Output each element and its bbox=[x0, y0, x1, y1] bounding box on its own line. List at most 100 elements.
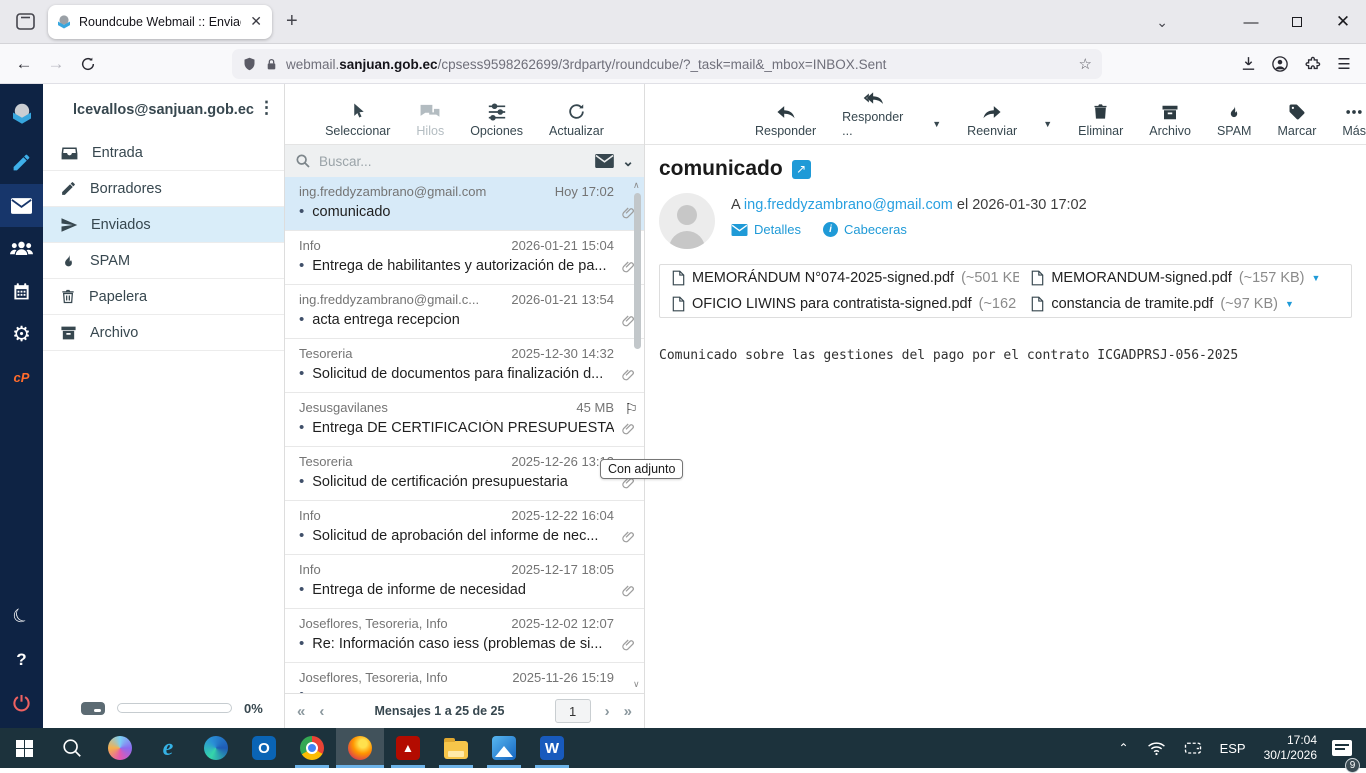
reply-all-caret-icon[interactable]: ▼ bbox=[932, 119, 941, 138]
attachment-item[interactable]: OFICIO LIWINS para contratista-signed.pd… bbox=[660, 291, 1019, 317]
message-row[interactable]: Jesusgavilanes45 MB •Entrega DE CERTIFIC… bbox=[285, 393, 644, 447]
taskbar-app-chrome[interactable] bbox=[288, 728, 336, 768]
message-row[interactable]: Info2025-12-22 16:04 •Solicitud de aprob… bbox=[285, 501, 644, 555]
taskbar-app-firefox[interactable] bbox=[336, 728, 384, 768]
account-icon[interactable] bbox=[1264, 49, 1296, 79]
cpanel-icon[interactable]: cP bbox=[0, 356, 43, 399]
roundcube-app: ⚙ cP ☾ ? lcevallos@sanjuan.gob.ec ⋮ Entr… bbox=[0, 84, 1366, 728]
firefox-view-icon[interactable] bbox=[12, 9, 38, 35]
last-page-button[interactable]: » bbox=[624, 703, 632, 720]
reply-button[interactable]: Responder bbox=[755, 103, 816, 138]
taskbar-app-outlook[interactable]: O bbox=[240, 728, 288, 768]
taskbar-app-internet-explorer[interactable]: e bbox=[144, 728, 192, 768]
shield-icon[interactable] bbox=[242, 56, 257, 72]
attachment-item[interactable]: constancia de tramite.pdf (~97 KB) ▼ bbox=[1019, 291, 1351, 317]
options-button[interactable]: Opciones bbox=[470, 103, 523, 138]
taskbar-search-button[interactable] bbox=[48, 728, 96, 768]
scrollbar-thumb[interactable] bbox=[634, 193, 641, 349]
message-row[interactable]: Tesoreria2025-12-26 13:13 •Solicitud de … bbox=[285, 447, 644, 501]
headers-link[interactable]: i Cabeceras bbox=[823, 222, 907, 237]
help-icon[interactable]: ? bbox=[0, 638, 43, 681]
search-input[interactable] bbox=[319, 154, 587, 169]
mark-button[interactable]: Marcar bbox=[1277, 103, 1316, 138]
message-row[interactable]: Joseflores, Tesoreria, Info2025-11-26 15… bbox=[285, 663, 644, 693]
compose-icon[interactable] bbox=[0, 141, 43, 184]
tab-close-icon[interactable]: ✕ bbox=[248, 13, 264, 30]
folder-options-kebab-icon[interactable]: ⋮ bbox=[258, 98, 276, 118]
taskbar-clock[interactable]: 17:0430/1/2026 bbox=[1255, 733, 1326, 763]
browser-tab[interactable]: Roundcube Webmail :: Enviados ✕ bbox=[48, 5, 272, 39]
taskbar-app-photos[interactable] bbox=[480, 728, 528, 768]
attachment-menu-caret-icon[interactable]: ▼ bbox=[1312, 273, 1321, 283]
taskbar-app-edge[interactable] bbox=[192, 728, 240, 768]
sidebar-item-archivo[interactable]: Archivo bbox=[43, 315, 284, 351]
menu-hamburger-icon[interactable]: ☰ bbox=[1328, 49, 1360, 79]
sidebar-item-borradores[interactable]: Borradores bbox=[43, 171, 284, 207]
more-button[interactable]: Más bbox=[1342, 103, 1366, 138]
new-tab-button[interactable]: + bbox=[286, 10, 298, 33]
forward-caret-icon[interactable]: ▼ bbox=[1043, 119, 1052, 138]
lock-icon[interactable] bbox=[265, 57, 278, 72]
logout-power-icon[interactable] bbox=[0, 681, 43, 724]
taskbar-app-acrobat[interactable]: ▲ bbox=[384, 728, 432, 768]
first-page-button[interactable]: « bbox=[297, 703, 305, 720]
prev-page-button[interactable]: ‹ bbox=[319, 703, 324, 720]
message-row[interactable]: ing.freddyzambrano@gmail.c...2026-01-21 … bbox=[285, 285, 644, 339]
search-options-chevron-icon[interactable]: ⌄ bbox=[622, 153, 634, 170]
back-button[interactable]: ← bbox=[8, 49, 40, 79]
delete-button[interactable]: Eliminar bbox=[1078, 102, 1123, 138]
taskbar-app-file-explorer[interactable] bbox=[432, 728, 480, 768]
window-restore-button[interactable] bbox=[1274, 0, 1320, 44]
reload-button[interactable] bbox=[72, 49, 104, 79]
url-bar[interactable]: webmail.sanjuan.gob.ec/cpsess9598262699/… bbox=[232, 49, 1102, 79]
calendar-icon[interactable] bbox=[0, 270, 43, 313]
recipient-address-link[interactable]: ing.freddyzambrano@gmail.com bbox=[744, 197, 953, 213]
attachment-item[interactable]: MEMORANDUM-signed.pdf (~157 KB) ▼ bbox=[1019, 265, 1351, 291]
tray-device-icon[interactable] bbox=[1175, 728, 1211, 768]
select-button[interactable]: Seleccionar bbox=[325, 101, 390, 138]
trash-icon bbox=[1092, 102, 1109, 121]
message-body-area: comunicado ↗ A ing.freddyzambrano@gmail.… bbox=[645, 145, 1366, 363]
details-link[interactable]: Detalles bbox=[731, 222, 801, 237]
sidebar-item-enviados[interactable]: Enviados bbox=[43, 207, 284, 243]
taskbar-app-copilot[interactable] bbox=[96, 728, 144, 768]
spam-button[interactable]: SPAM bbox=[1217, 103, 1252, 138]
contacts-icon[interactable] bbox=[0, 227, 43, 270]
attachment-menu-caret-icon[interactable]: ▼ bbox=[1285, 299, 1294, 309]
sidebar-item-spam[interactable]: SPAM bbox=[43, 243, 284, 279]
message-row[interactable]: ing.freddyzambrano@gmail.comHoy 17:02 •c… bbox=[285, 177, 644, 231]
open-in-new-window-icon[interactable]: ↗ bbox=[792, 160, 811, 179]
list-scrollbar[interactable]: ∧ ∨ bbox=[631, 177, 644, 693]
page-number-input[interactable] bbox=[555, 699, 591, 723]
refresh-button[interactable]: Actualizar bbox=[549, 102, 604, 138]
url-text[interactable]: webmail.sanjuan.gob.ec/cpsess9598262699/… bbox=[286, 57, 1071, 72]
attachment-item[interactable]: MEMORÁNDUM N°074-2025-signed.pdf (~501 K… bbox=[660, 265, 1019, 291]
tray-show-hidden-icons[interactable]: ⌃ bbox=[1110, 728, 1138, 768]
message-row[interactable]: Info2025-12-17 18:05 •Entrega de informe… bbox=[285, 555, 644, 609]
message-row[interactable]: Joseflores, Tesoreria, Info2025-12-02 12… bbox=[285, 609, 644, 663]
message-row[interactable]: Tesoreria2025-12-30 14:32 •Solicitud de … bbox=[285, 339, 644, 393]
bookmark-star-icon[interactable]: ☆ bbox=[1079, 55, 1092, 73]
scroll-down-icon[interactable]: ∨ bbox=[633, 679, 640, 690]
mail-nav-icon[interactable] bbox=[0, 184, 43, 227]
window-close-button[interactable]: ✕ bbox=[1320, 0, 1366, 44]
forward-button[interactable]: Reenviar bbox=[967, 103, 1017, 138]
sidebar-item-papelera[interactable]: Papelera bbox=[43, 279, 284, 315]
search-scope-envelope-icon[interactable] bbox=[595, 154, 614, 168]
reply-all-button[interactable]: Responder ... bbox=[842, 89, 906, 138]
extensions-puzzle-icon[interactable] bbox=[1296, 49, 1328, 79]
sidebar-item-entrada[interactable]: Entrada bbox=[43, 135, 284, 171]
archive-button[interactable]: Archivo bbox=[1149, 104, 1191, 138]
message-row[interactable]: Info2026-01-21 15:04 •Entrega de habilit… bbox=[285, 231, 644, 285]
start-button[interactable] bbox=[0, 728, 48, 768]
list-all-tabs-icon[interactable]: ⌄ bbox=[1156, 14, 1168, 31]
scroll-up-icon[interactable]: ∧ bbox=[633, 180, 640, 191]
notification-center-button[interactable]: 9 bbox=[1326, 728, 1366, 768]
language-indicator[interactable]: ESP bbox=[1211, 728, 1255, 768]
taskbar-app-word[interactable]: W bbox=[528, 728, 576, 768]
wifi-icon[interactable] bbox=[1138, 728, 1175, 768]
window-minimize-button[interactable]: — bbox=[1228, 0, 1274, 44]
next-page-button[interactable]: › bbox=[605, 703, 610, 720]
settings-gear-icon[interactable]: ⚙ bbox=[0, 313, 43, 356]
downloads-icon[interactable] bbox=[1232, 49, 1264, 79]
